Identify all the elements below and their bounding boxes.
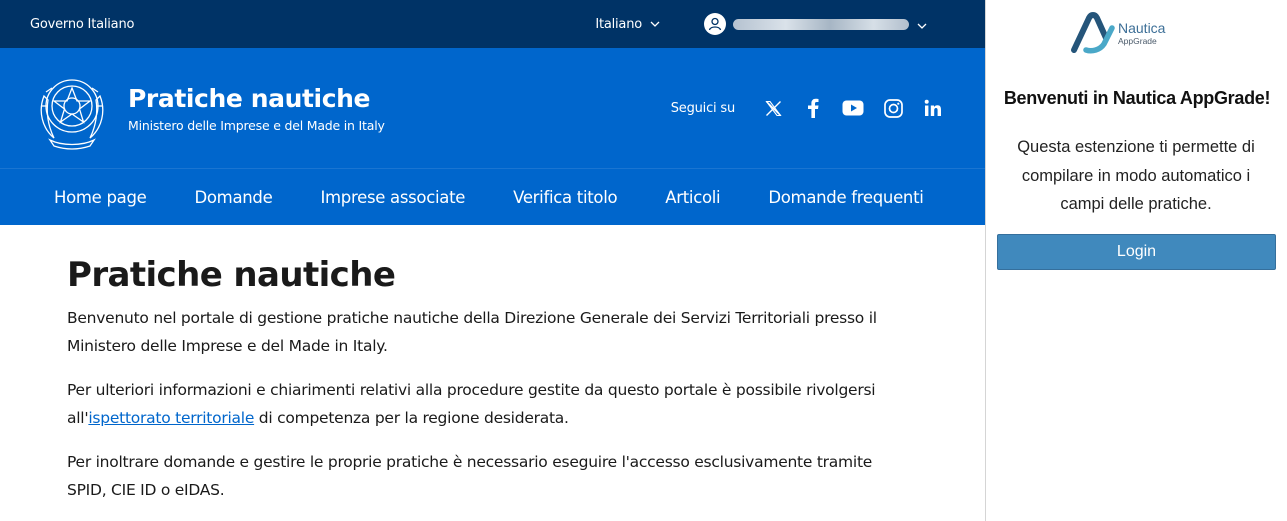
social-links: Seguici su xyxy=(671,93,953,123)
republic-emblem-icon[interactable] xyxy=(34,66,110,150)
facebook-icon[interactable] xyxy=(793,93,833,123)
nav-item-domande-frequenti[interactable]: Domande frequenti xyxy=(744,188,947,207)
nautica-appgrade-panel: Nautica AppGrade Benvenuti in Nautica Ap… xyxy=(985,0,1287,521)
youtube-icon[interactable] xyxy=(833,93,873,123)
user-icon xyxy=(704,13,726,35)
center-header: Pratiche nautiche Ministero delle Impres… xyxy=(0,48,985,168)
panel-title: Benvenuti in Nautica AppGrade! xyxy=(1003,88,1271,108)
page-title: Pratiche nautiche xyxy=(67,255,396,295)
redacted-user-name xyxy=(733,18,909,30)
site-subtitle: Ministero delle Imprese e del Made in It… xyxy=(128,117,385,133)
nautica-logo: Nautica AppGrade xyxy=(1070,12,1165,54)
site-brand[interactable]: Pratiche nautiche Ministero delle Impres… xyxy=(128,84,385,133)
nav-item-domande[interactable]: Domande xyxy=(170,188,296,207)
info-text-after: di competenza per la regione desiderata. xyxy=(254,409,569,427)
ministry-website: Governo Italiano Italiano Pratiche nauti… xyxy=(0,0,985,521)
language-label: Italiano xyxy=(595,16,642,32)
ispettorato-territoriale-link[interactable]: ispettorato territoriale xyxy=(88,409,254,427)
main-navigation: Home page Domande Imprese associate Veri… xyxy=(0,168,985,225)
login-requirement-paragraph: Per inoltrare domande e gestire le propr… xyxy=(67,453,873,499)
info-paragraph: Per ulteriori informazioni e chiarimenti… xyxy=(67,376,900,432)
nav-item-home-page[interactable]: Home page xyxy=(30,188,170,207)
linkedin-icon[interactable] xyxy=(913,93,953,123)
intro-paragraph: Benvenuto nel portale di gestione pratic… xyxy=(67,309,877,355)
chevron-down-icon xyxy=(650,17,660,32)
main-content: Pratiche nautiche Benvenuto nel portale … xyxy=(0,225,900,504)
login-button[interactable]: Login xyxy=(997,234,1276,270)
social-label: Seguici su xyxy=(670,100,735,116)
language-selector[interactable]: Italiano xyxy=(595,17,660,32)
nav-item-verifica-titolo[interactable]: Verifica titolo xyxy=(489,188,641,207)
nautica-logo-icon xyxy=(1071,12,1115,54)
chevron-down-icon xyxy=(917,15,927,34)
logo-sub: AppGrade xyxy=(1118,35,1157,46)
user-menu[interactable] xyxy=(704,13,927,35)
logo-name: Nautica xyxy=(1118,19,1166,36)
nav-item-articoli[interactable]: Articoli xyxy=(641,188,744,207)
panel-description: Questa estenzione ti permette di compila… xyxy=(1017,138,1255,213)
x-icon[interactable] xyxy=(753,93,793,123)
government-link[interactable]: Governo Italiano xyxy=(30,17,134,32)
nav-item-imprese-associate[interactable]: Imprese associate xyxy=(296,188,489,207)
instagram-icon[interactable] xyxy=(873,93,913,123)
site-title: Pratiche nautiche xyxy=(128,83,371,113)
slim-header: Governo Italiano Italiano xyxy=(0,0,985,48)
